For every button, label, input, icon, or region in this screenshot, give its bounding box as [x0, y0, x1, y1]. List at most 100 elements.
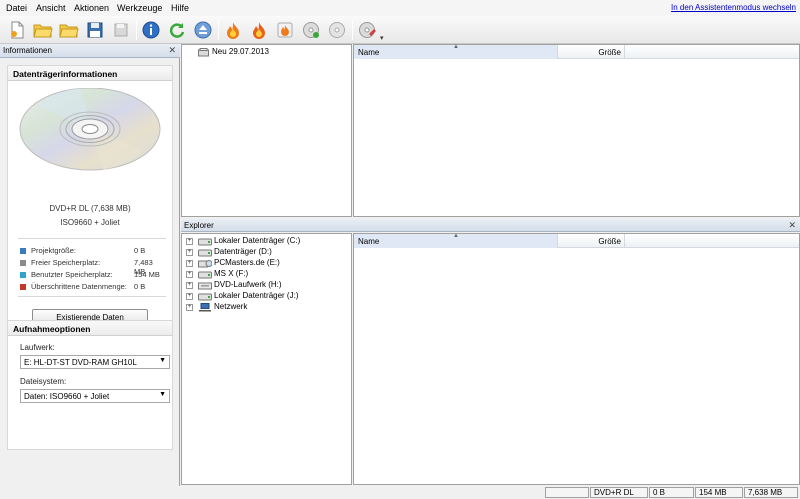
explorer-panel-title: Explorer ✕ — [181, 219, 800, 232]
status-disc-type: DVD+R DL — [590, 487, 648, 498]
hard-drive-icon — [198, 271, 212, 279]
info-panel-title-text: Informationen — [3, 46, 52, 55]
column-size-header[interactable]: Größe — [558, 45, 625, 59]
explorer-file-list[interactable]: Name ▲ Größe — [353, 233, 800, 485]
status-capacity: 7,638 MB — [744, 487, 798, 498]
explorer-title-text: Explorer — [184, 221, 214, 230]
burn-image-button[interactable] — [248, 19, 270, 41]
column-size-label: Größe — [598, 48, 621, 57]
project-tree[interactable]: Neu 29.07.2013 — [181, 44, 352, 217]
new-project-button[interactable] — [6, 19, 28, 41]
menu-hilfe[interactable]: Hilfe — [171, 3, 189, 13]
tree-node-label: PCMasters.de (E:) — [214, 258, 280, 267]
column-name-header[interactable]: Name ▲ — [354, 233, 558, 248]
project-size-row: Projektgröße: 0 B — [20, 246, 162, 257]
used-space-value: 154 MB — [134, 270, 160, 279]
disc-info-box: Datenträgerinformationen DVD+R DL (7,638… — [7, 65, 173, 355]
filesystem-select[interactable]: Daten: ISO9660 + Joliet ▼ — [20, 389, 170, 403]
divider — [18, 296, 166, 297]
disc-button[interactable] — [326, 19, 348, 41]
drive-select[interactable]: E: HL-DT-ST DVD-RAM GH10L ▼ — [20, 355, 170, 369]
assistant-mode-link[interactable]: In den Assistentenmodus wechseln — [671, 3, 796, 12]
info-panel-title: Informationen ✕ — [0, 44, 180, 58]
close-icon[interactable]: ✕ — [788, 220, 796, 231]
column-name-header[interactable]: Name ▲ — [354, 44, 558, 59]
save-icon — [87, 22, 103, 38]
menu-aktionen[interactable]: Aktionen — [74, 3, 109, 13]
toolbar-overflow-icon[interactable]: ▾ — [380, 34, 388, 42]
used-space-row: Benutzter Speicherplatz: 154 MB — [20, 270, 162, 281]
network-icon — [199, 303, 211, 312]
free-space-row: Freier Speicherplatz: 7,483 MB — [20, 258, 162, 276]
info-icon — [142, 21, 160, 39]
dvd-drive-icon — [198, 282, 212, 290]
sort-ascending-icon: ▲ — [453, 233, 459, 239]
recording-options-box: Aufnahmeoptionen Laufwerk: E: HL-DT-ST D… — [7, 320, 173, 450]
refresh-icon — [169, 23, 185, 38]
expand-icon[interactable]: + — [186, 238, 193, 245]
free-space-label: Freier Speicherplatz: — [31, 258, 101, 267]
column-name-label: Name — [358, 48, 380, 57]
project-root-label: Neu 29.07.2013 — [212, 47, 269, 56]
menu-bar: Datei Ansicht Aktionen Werkzeuge Hilfe I… — [0, 0, 800, 16]
burn-button[interactable] — [222, 19, 244, 41]
optical-drive-icon — [198, 260, 212, 268]
menu-ansicht[interactable]: Ansicht — [36, 3, 66, 13]
toolbar-separator — [218, 20, 219, 40]
eject-icon — [194, 21, 212, 39]
used-space-label: Benutzter Speicherplatz: — [31, 270, 113, 279]
burn-settings-button[interactable] — [274, 19, 296, 41]
chevron-down-icon: ▼ — [159, 357, 166, 364]
expand-icon[interactable]: + — [186, 260, 193, 267]
menu-datei[interactable]: Datei — [6, 3, 27, 13]
tree-node-label: MS X (F:) — [214, 269, 249, 278]
project-file-list[interactable]: Name ▲ Größe — [353, 44, 800, 217]
eject-button[interactable] — [192, 19, 214, 41]
expand-icon[interactable]: + — [186, 249, 193, 256]
save-as-icon — [114, 23, 128, 37]
project-size-value: 0 B — [134, 246, 146, 255]
close-icon[interactable]: ✕ — [168, 45, 176, 56]
hard-drive-icon — [198, 249, 212, 257]
explorer-tree[interactable]: + Lokaler Datenträger (C:) + Datenträger… — [181, 233, 352, 485]
drive-label: Laufwerk: — [20, 343, 55, 352]
chevron-down-icon: ▼ — [159, 391, 166, 398]
erase-disc-button[interactable] — [356, 19, 378, 41]
open-folder-button[interactable] — [58, 19, 80, 41]
burn-image-icon — [253, 22, 265, 39]
legend-swatch — [20, 248, 26, 254]
hard-drive-icon — [198, 293, 212, 301]
open-icon — [33, 24, 53, 38]
toolbar: ▾ — [0, 16, 800, 44]
column-name-label: Name — [358, 237, 380, 246]
tree-node-label: Datenträger (D:) — [214, 247, 272, 256]
expand-icon[interactable]: + — [186, 304, 193, 311]
exceeded-data-value: 0 B — [134, 282, 146, 291]
disc-icon — [329, 22, 345, 38]
refresh-button[interactable] — [166, 19, 188, 41]
disc-filesystem-label: ISO9660 + Joliet — [60, 218, 120, 227]
status-used-space: 154 MB — [695, 487, 743, 498]
expand-icon[interactable]: + — [186, 282, 193, 289]
expand-icon[interactable]: + — [186, 271, 193, 278]
open-button[interactable] — [32, 19, 54, 41]
project-list-header: Name ▲ Größe — [354, 44, 799, 59]
filesystem-label: Dateisystem: — [20, 377, 67, 386]
column-size-header[interactable]: Größe — [558, 234, 625, 248]
new-project-icon — [11, 21, 24, 39]
save-button[interactable] — [84, 19, 106, 41]
info-button[interactable] — [140, 19, 162, 41]
expand-icon[interactable]: + — [186, 293, 193, 300]
drive-select-value: E: HL-DT-ST DVD-RAM GH10L — [24, 358, 137, 367]
disc-info-header: Datenträgerinformationen — [8, 66, 172, 81]
explorer-list-header: Name ▲ Größe — [354, 233, 799, 248]
copy-disc-icon — [303, 22, 319, 38]
menu-werkzeuge[interactable]: Werkzeuge — [117, 3, 162, 13]
status-bar: DVD+R DL 0 B 154 MB 7,638 MB — [0, 486, 800, 499]
copy-disc-button[interactable] — [300, 19, 322, 41]
project-size-label: Projektgröße: — [31, 246, 77, 255]
open-folder-icon — [59, 24, 79, 38]
legend-swatch — [20, 260, 26, 266]
save-as-button[interactable] — [110, 19, 132, 41]
sort-ascending-icon: ▲ — [453, 44, 459, 50]
